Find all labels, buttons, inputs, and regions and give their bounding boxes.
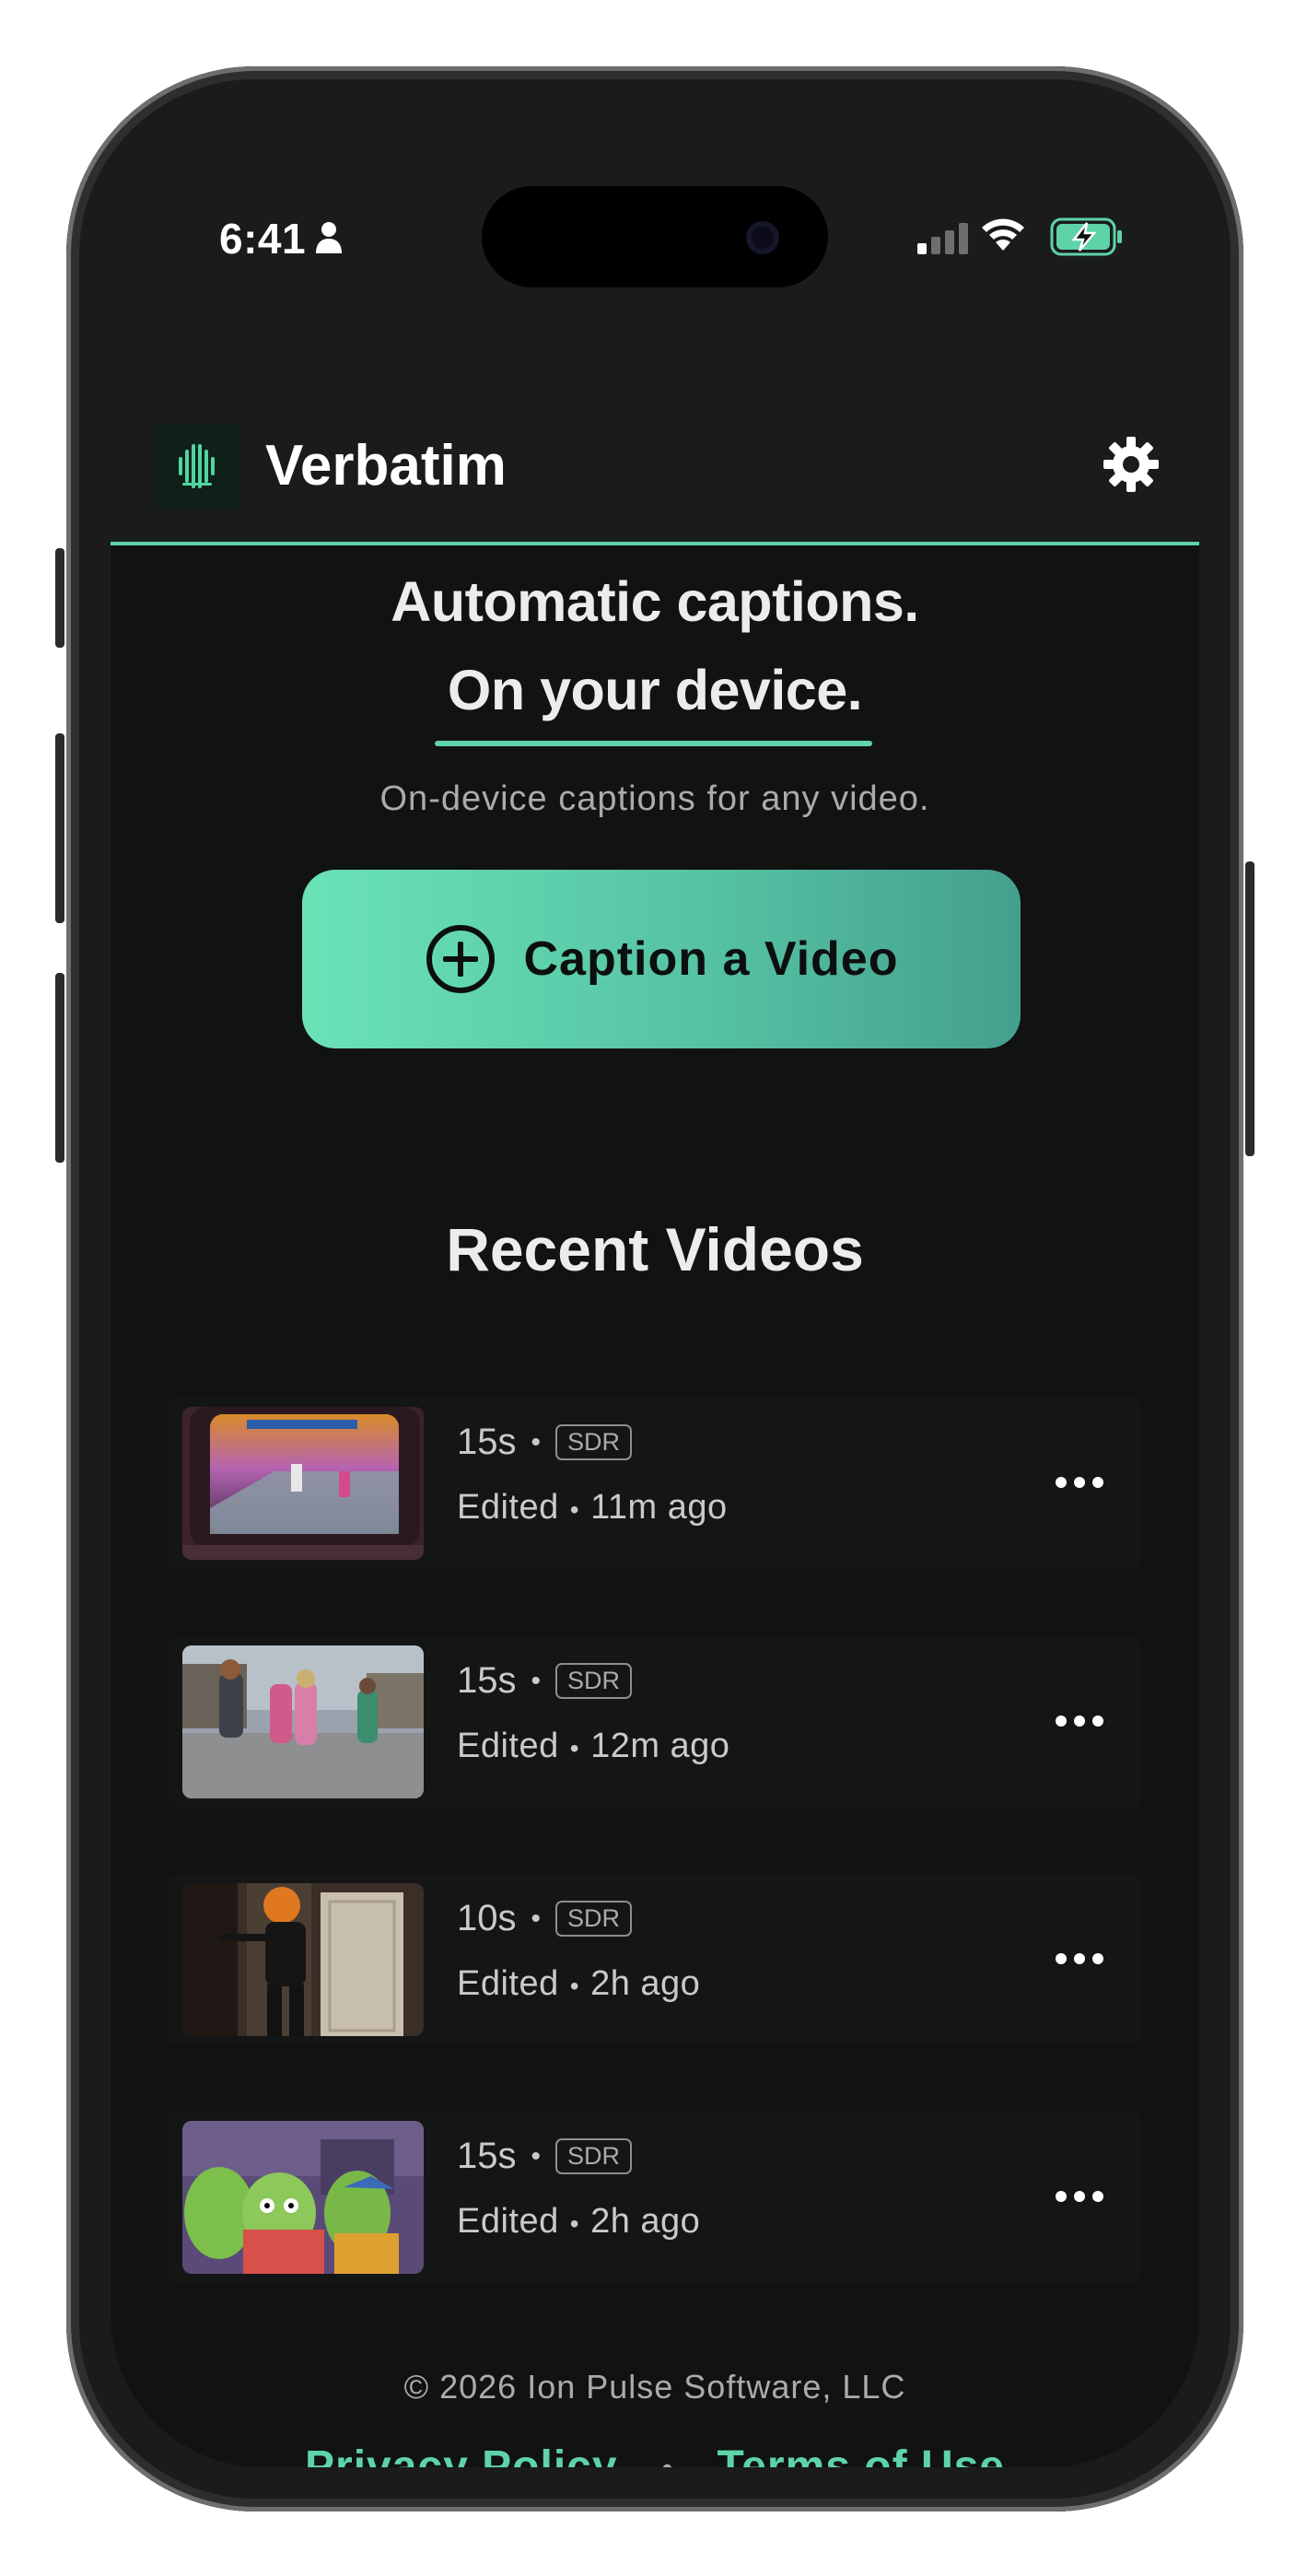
more-options-icon[interactable] bbox=[1052, 1464, 1107, 1501]
separator-dot: • bbox=[531, 1426, 542, 1458]
more-options-icon[interactable] bbox=[1052, 2178, 1107, 2215]
video-edit-info: Edited • 12m ago bbox=[457, 1727, 729, 1766]
video-duration: 10s bbox=[457, 1898, 517, 1938]
more-options-icon[interactable] bbox=[1052, 1703, 1107, 1739]
video-list-item[interactable]: 15s • SDR Edited • 2h ago bbox=[168, 2112, 1142, 2283]
video-meta: 10s • SDR bbox=[457, 1898, 633, 1939]
video-edit-info: Edited • 11m ago bbox=[457, 1488, 728, 1528]
video-age: 2h ago bbox=[590, 1964, 701, 2003]
side-button-power bbox=[1245, 861, 1254, 1156]
app-title: Verbatim bbox=[265, 434, 507, 498]
video-edit-info: Edited • 2h ago bbox=[457, 2202, 700, 2242]
hero-headline-line2: On your device. bbox=[447, 659, 863, 721]
terms-of-use-link[interactable]: Terms of Use bbox=[717, 2442, 1005, 2467]
video-list-item[interactable]: 15s • SDR Edited • 12m ago bbox=[168, 1636, 1142, 1808]
video-thumbnail bbox=[182, 1407, 424, 1560]
phone-frame: 6:41 Verbatim Automatic captions. On you… bbox=[66, 66, 1243, 2512]
separator-dot: • bbox=[531, 1665, 542, 1696]
settings-gear-icon[interactable] bbox=[1102, 435, 1161, 494]
video-age: 12m ago bbox=[590, 1727, 730, 1765]
sdr-badge: SDR bbox=[555, 2138, 633, 2174]
separator-dot: • bbox=[569, 2209, 580, 2238]
video-meta: 15s • SDR bbox=[457, 1422, 633, 1463]
wifi-icon bbox=[982, 218, 1024, 251]
sdr-badge: SDR bbox=[555, 1663, 633, 1699]
video-status: Edited bbox=[457, 1964, 559, 2003]
separator-dot: • bbox=[569, 1972, 580, 2000]
video-thumbnail bbox=[182, 2121, 424, 2274]
separator-dot: • bbox=[569, 1495, 580, 1524]
app-header: Verbatim bbox=[111, 350, 1199, 545]
video-age: 2h ago bbox=[590, 2202, 701, 2241]
cellular-signal-icon bbox=[917, 223, 968, 254]
sdr-badge: SDR bbox=[555, 1901, 633, 1937]
separator-dot: • bbox=[531, 1903, 542, 1934]
more-options-icon[interactable] bbox=[1052, 1940, 1107, 1977]
copyright-text: © 2026 Ion Pulse Software, LLC bbox=[403, 2368, 906, 2406]
hero-subtitle: On-device captions for any video. bbox=[379, 779, 930, 818]
caption-a-video-button[interactable]: Caption a Video bbox=[302, 870, 1021, 1048]
caption-a-video-label: Caption a Video bbox=[523, 932, 899, 986]
video-status: Edited bbox=[457, 2202, 559, 2241]
video-age: 11m ago bbox=[590, 1488, 728, 1527]
privacy-policy-link[interactable]: Privacy Policy bbox=[305, 2442, 618, 2467]
separator-dot: • bbox=[531, 2140, 542, 2172]
video-edit-info: Edited • 2h ago bbox=[457, 1964, 700, 2004]
video-meta: 15s • SDR bbox=[457, 1660, 633, 1702]
video-meta: 15s • SDR bbox=[457, 2136, 633, 2177]
status-time: 6:41 bbox=[219, 215, 307, 263]
recent-videos-title: Recent Videos bbox=[446, 1215, 864, 1283]
plus-circle-icon bbox=[426, 925, 495, 993]
footer-links: Privacy Policy • Terms of Use bbox=[111, 2441, 1199, 2467]
status-bar: 6:41 bbox=[111, 111, 1199, 350]
video-status: Edited bbox=[457, 1488, 559, 1527]
separator-dot: • bbox=[569, 1734, 580, 1762]
front-camera bbox=[746, 221, 779, 254]
video-duration: 15s bbox=[457, 2136, 517, 2176]
video-list-item[interactable]: 10s • SDR Edited • 2h ago bbox=[168, 1874, 1142, 2045]
video-status: Edited bbox=[457, 1727, 559, 1765]
video-list-item[interactable]: 15s • SDR Edited • 11m ago bbox=[168, 1398, 1142, 1569]
screen: 6:41 Verbatim Automatic captions. On you… bbox=[111, 111, 1199, 2467]
sdr-badge: SDR bbox=[555, 1424, 633, 1460]
side-button-action bbox=[55, 548, 64, 648]
video-duration: 15s bbox=[457, 1660, 517, 1701]
footer-separator: • bbox=[662, 2452, 673, 2467]
video-thumbnail bbox=[182, 1645, 424, 1798]
video-thumbnail bbox=[182, 1883, 424, 2036]
battery-charging-icon bbox=[1050, 217, 1122, 256]
side-button-volume-up bbox=[55, 733, 64, 923]
hero-underline bbox=[435, 741, 872, 746]
side-button-volume-down bbox=[55, 973, 64, 1163]
video-duration: 15s bbox=[457, 1422, 517, 1462]
app-logo bbox=[155, 424, 239, 509]
hero-headline-line1: Automatic captions. bbox=[391, 570, 919, 633]
person-icon bbox=[316, 222, 342, 253]
